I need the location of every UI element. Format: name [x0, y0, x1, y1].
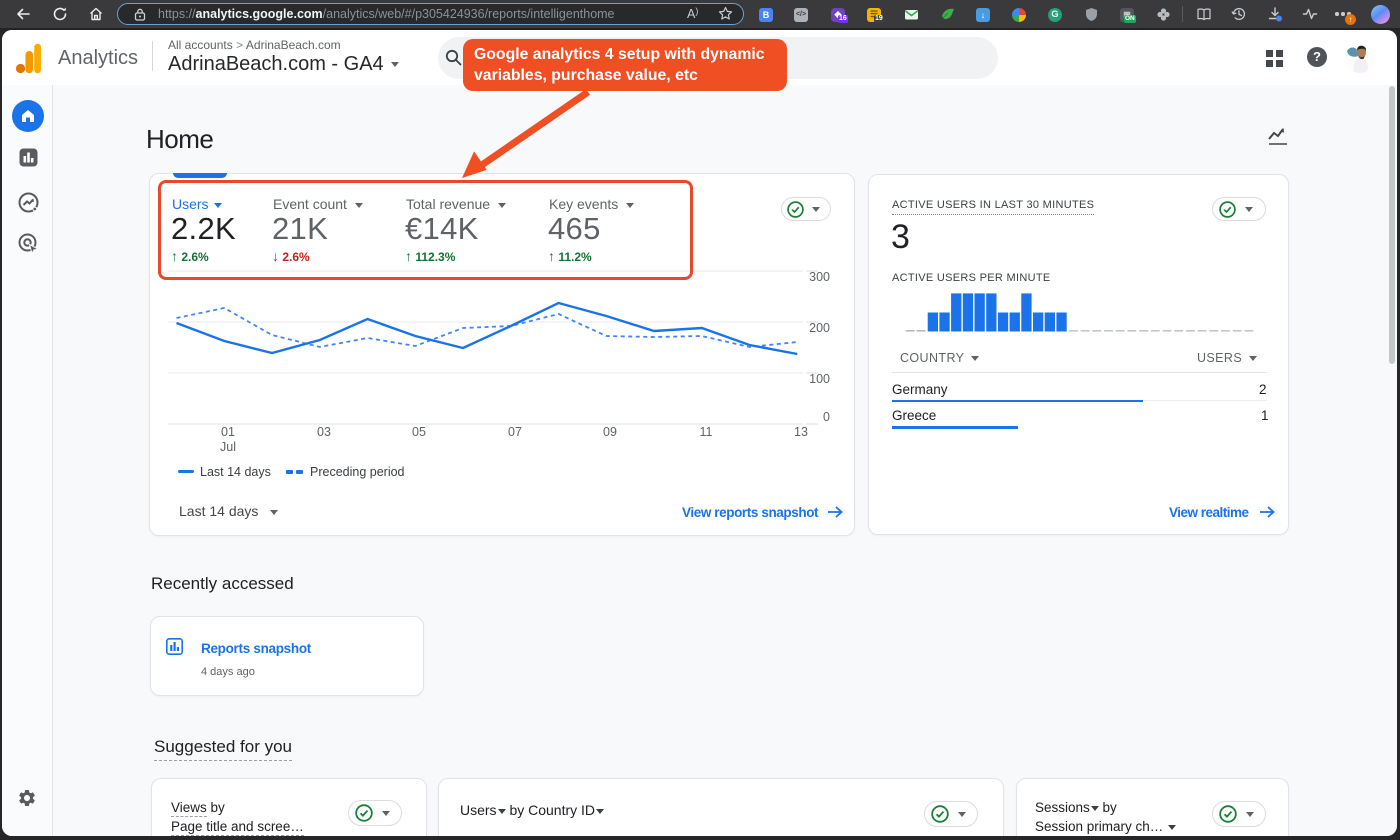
- svg-text:03: 03: [317, 425, 331, 439]
- svg-text:11: 11: [700, 425, 713, 439]
- svg-text:07: 07: [508, 425, 522, 439]
- svg-text:100: 100: [809, 372, 830, 386]
- svg-text:0: 0: [823, 410, 830, 424]
- svg-text:01: 01: [221, 425, 235, 439]
- svg-text:13: 13: [794, 425, 808, 439]
- svg-text:200: 200: [809, 321, 830, 335]
- svg-text:Jul: Jul: [220, 440, 236, 454]
- svg-text:09: 09: [603, 425, 617, 439]
- svg-text:05: 05: [412, 425, 426, 439]
- svg-text:300: 300: [809, 270, 830, 284]
